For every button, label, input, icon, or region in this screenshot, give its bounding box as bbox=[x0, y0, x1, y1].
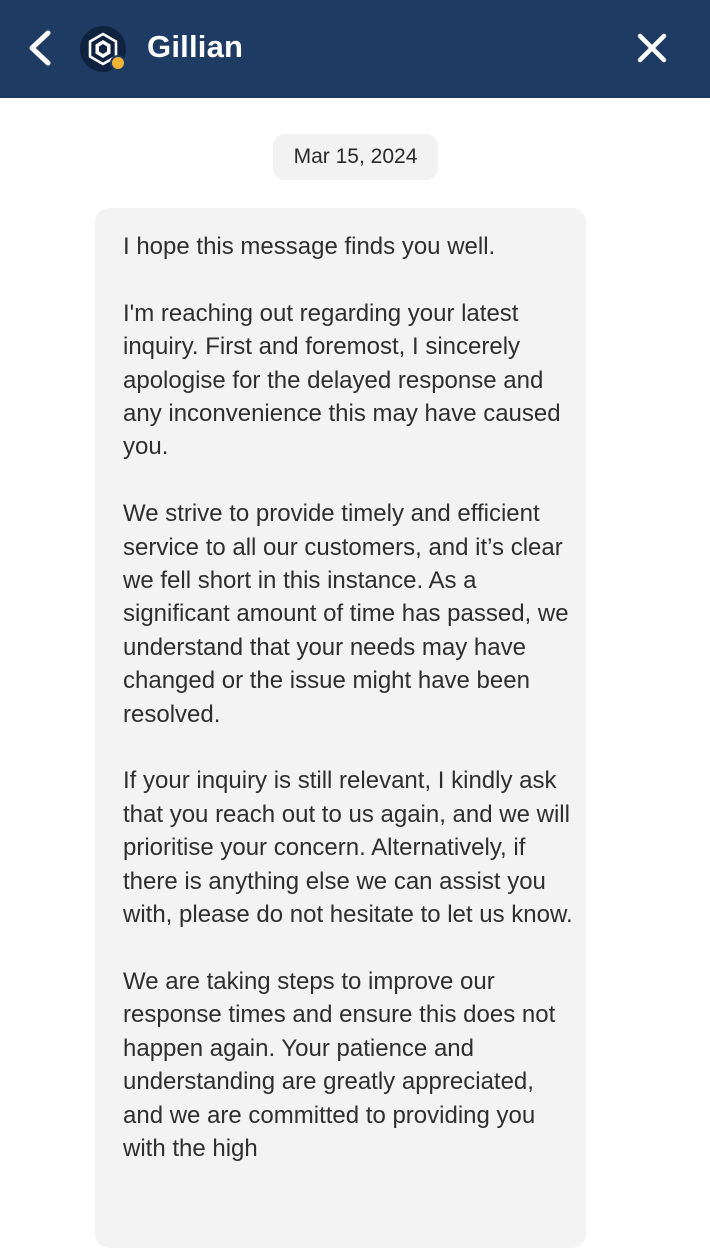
message-body: I hope this message finds you well. I'm … bbox=[123, 230, 573, 1199]
message-paragraph: We strive to provide timely and efficien… bbox=[123, 500, 569, 728]
message-paragraph: We are taking steps to improve our respo… bbox=[123, 967, 556, 1162]
message-paragraph: If your inquiry is still relevant, I kin… bbox=[123, 767, 573, 929]
message-paragraph: I hope this message finds you well. bbox=[123, 233, 496, 260]
message-paragraph: I'm reaching out regarding your latest i… bbox=[123, 299, 561, 461]
chevron-left-icon bbox=[29, 30, 51, 66]
chat-header: Gillian bbox=[0, 0, 710, 98]
close-button[interactable] bbox=[632, 28, 672, 68]
back-button[interactable] bbox=[22, 24, 62, 72]
agent-name: Gillian bbox=[147, 29, 244, 64]
presence-status-dot bbox=[110, 55, 126, 71]
close-icon bbox=[637, 33, 667, 63]
date-separator: Mar 15, 2024 bbox=[273, 134, 438, 180]
